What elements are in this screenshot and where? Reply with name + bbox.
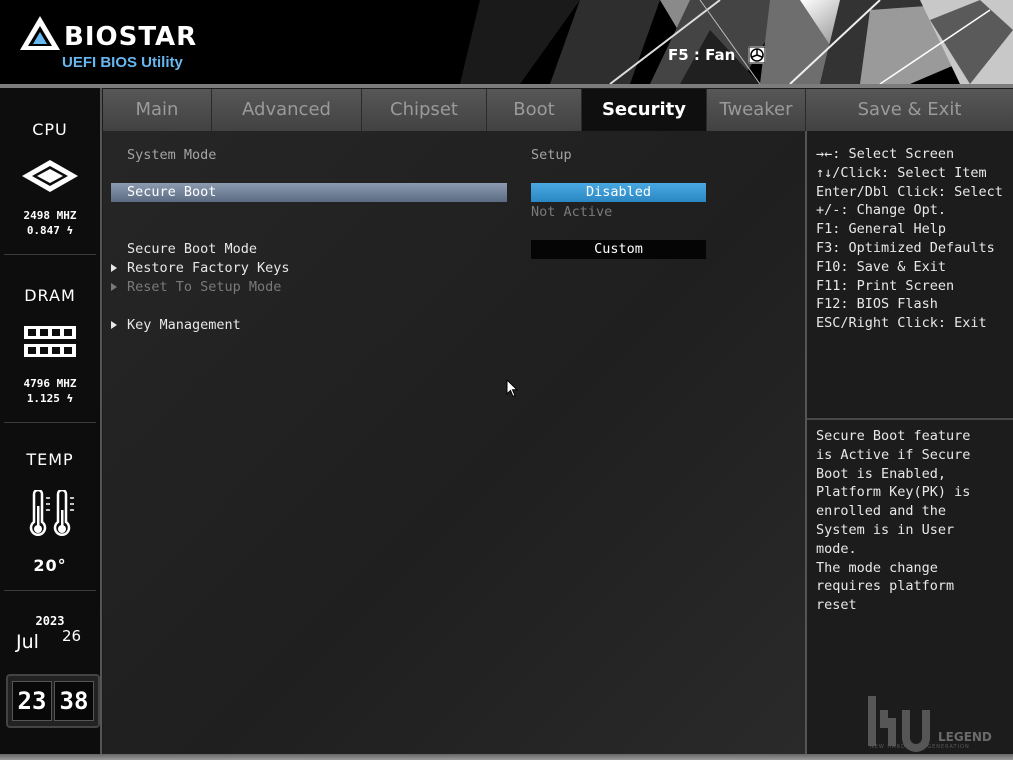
reset-to-setup-mode-item: Reset To Setup Mode [127, 279, 282, 295]
header-decoration [460, 0, 1013, 84]
description-line: Secure Boot feature [816, 428, 971, 444]
hotkey-line: ESC/Right Click: Exit [816, 315, 987, 332]
security-settings-panel: System Mode Setup Secure Boot Disabled N… [103, 131, 807, 754]
dram-voltage: 1.125 ϟ [26, 392, 74, 405]
item-description: Secure Boot feature is Active if Secure … [816, 427, 1006, 615]
watermark-logo: LEGEND NEW HARDWARE GENERATION [866, 694, 1008, 756]
key-management-item[interactable]: Key Management [127, 317, 241, 333]
biostar-logo-icon [20, 16, 60, 50]
cpu-chip-icon [22, 160, 78, 192]
clock-hour: 23 [12, 681, 52, 721]
description-line: enrolled and the [816, 503, 947, 520]
submenu-arrow-icon [111, 321, 117, 329]
hotkey-line: Enter/Dbl Click: Select [816, 183, 1003, 200]
tab-boot[interactable]: Boot [487, 89, 582, 131]
submenu-arrow-icon [111, 283, 117, 291]
hotkey-list: →←: Select Screen ↑↓/Click: Select Item … [816, 145, 1003, 333]
cpu-voltage: 0.847 ϟ [26, 224, 74, 237]
system-info-sidebar: CPU 2498 MHZ 0.847 ϟ DRAM 4796 MHZ 1.125… [0, 88, 102, 754]
help-divider [807, 418, 1013, 420]
restore-factory-keys-item[interactable]: Restore Factory Keys [127, 260, 290, 276]
hotkey-line: F10: Save & Exit [816, 258, 947, 275]
cpu-title: CPU [32, 120, 68, 139]
temp-section: TEMP [0, 450, 100, 469]
hotkey-line: F12: BIOS Flash [816, 296, 938, 313]
hotkey-line: F11: Print Screen [816, 277, 955, 294]
description-line: reset [816, 597, 857, 614]
fan-icon[interactable] [748, 46, 766, 64]
date-year: 2023 [35, 614, 65, 628]
thermometer-icon [29, 490, 74, 536]
clock-display: 23 38 [6, 674, 100, 728]
secure-boot-mode-label[interactable]: Secure Boot Mode [127, 241, 257, 257]
hotkey-line: F1: General Help [816, 221, 947, 238]
tab-tweaker[interactable]: Tweaker [707, 89, 806, 131]
date-section: 2023 Jul 26 [0, 614, 100, 653]
mouse-pointer-icon [506, 379, 518, 398]
memory-module-icon [24, 326, 76, 357]
dram-section: DRAM [0, 286, 100, 305]
hotkey-line: ↑↓/Click: Select Item [816, 164, 987, 181]
date-month: Jul [16, 631, 39, 653]
dram-frequency: 4796 MHZ [23, 377, 77, 390]
cpu-section: CPU [0, 120, 100, 139]
main-tab-bar: Main Advanced Chipset Boot Security Twea… [103, 89, 1013, 131]
dram-title: DRAM [24, 286, 76, 305]
fan-hotkey-label[interactable]: F5 : Fan [668, 46, 735, 64]
description-line: Boot is Enabled, [816, 465, 947, 482]
tab-main[interactable]: Main [103, 89, 212, 131]
date-day: 26 [62, 627, 82, 645]
hotkey-line: →←: Select Screen [816, 146, 955, 162]
cpu-readings: 2498 MHZ 0.847 ϟ [0, 208, 100, 238]
cpu-frequency: 2498 MHZ [23, 209, 77, 222]
tab-chipset[interactable]: Chipset [362, 89, 487, 131]
description-line: mode. [816, 540, 857, 557]
brand-subtitle: UEFI BIOS Utility [62, 54, 183, 71]
temp-readings: 20° [0, 556, 100, 575]
hotkey-line: +/-: Change Opt. [816, 202, 947, 219]
hotkey-line: F3: Optimized Defaults [816, 239, 995, 256]
tab-advanced[interactable]: Advanced [212, 89, 362, 131]
temp-title: TEMP [26, 450, 74, 469]
description-line: The mode change [816, 559, 938, 576]
header-bar: BIOSTAR UEFI BIOS Utility F5 : Fan [0, 0, 1013, 84]
secure-boot-status: Not Active [531, 204, 613, 220]
description-line: System is in User [816, 521, 955, 538]
clock-minute: 38 [54, 681, 94, 721]
bottom-border [0, 754, 1013, 760]
dram-readings: 4796 MHZ 1.125 ϟ [0, 376, 100, 406]
description-line: is Active if Secure [816, 446, 971, 463]
temp-value: 20° [33, 556, 67, 575]
system-mode-label: System Mode [127, 147, 217, 163]
secure-boot-label[interactable]: Secure Boot [127, 184, 216, 200]
secure-boot-mode-select[interactable]: Custom [531, 240, 706, 259]
date-day-month: Jul 26 [0, 627, 100, 653]
secure-boot-select[interactable]: Disabled [531, 183, 706, 202]
watermark-tagline: NEW HARDWARE GENERATION [870, 744, 970, 750]
brand-name: BIOSTAR [64, 22, 198, 52]
watermark-text: LEGEND [938, 730, 992, 744]
sidebar-divider [4, 254, 96, 255]
tab-security[interactable]: Security [582, 89, 707, 131]
help-panel: →←: Select Screen ↑↓/Click: Select Item … [807, 131, 1013, 754]
sidebar-divider [4, 422, 96, 423]
header-divider [0, 84, 1013, 88]
sidebar-divider [4, 590, 96, 591]
description-line: requires platform [816, 578, 955, 595]
system-mode-value: Setup [531, 147, 572, 163]
description-line: Platform Key(PK) is [816, 484, 971, 501]
tab-save-exit[interactable]: Save & Exit [806, 89, 1013, 131]
submenu-arrow-icon [111, 264, 117, 272]
